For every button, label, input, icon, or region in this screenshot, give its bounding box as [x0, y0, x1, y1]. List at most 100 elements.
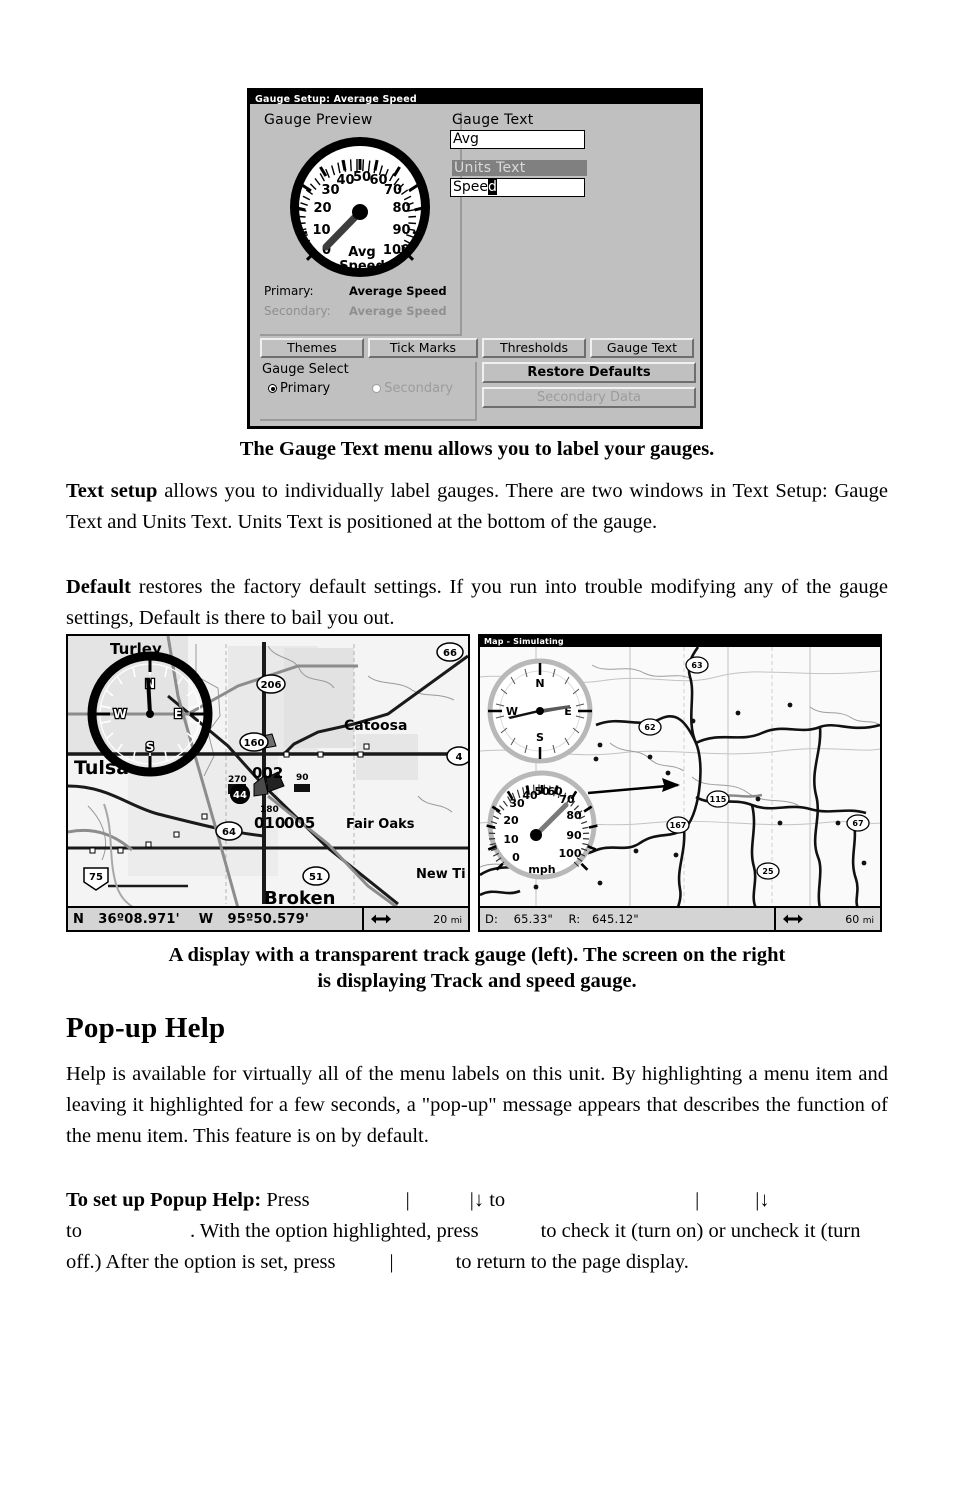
page-content: Gauge Setup: Average Speed Gauge Preview [66, 0, 888, 1487]
right-zoom-indicator: 60 mi [774, 908, 880, 930]
svg-text:64: 64 [222, 827, 236, 838]
svg-text:167: 167 [670, 821, 687, 830]
set-up-popup-s6: to return to the page display. [455, 1251, 689, 1273]
svg-text:50: 50 [353, 170, 371, 185]
svg-text:80: 80 [566, 809, 582, 822]
dialog-title-bar: Gauge Setup: Average Speed [250, 91, 700, 105]
secondary-row: Secondary: Average Speed [264, 304, 456, 324]
sep-bar-3: | [389, 1251, 394, 1273]
svg-text:Speed: Speed [339, 259, 385, 274]
svg-text:160: 160 [244, 738, 265, 749]
svg-text:62: 62 [644, 723, 655, 732]
text-setup-lead: Text setup [66, 480, 158, 502]
bearing-value: 645.12" [591, 912, 639, 926]
radio-secondary-label: Secondary [384, 381, 454, 396]
distance-value: 65.33" [513, 912, 553, 926]
paragraph-set-up-popup-help: To set up Popup Help: Press | |↓ to | |↓ to.… [66, 1185, 888, 1278]
gauge-text-input[interactable]: Avg [450, 130, 585, 149]
svg-text:270: 270 [228, 775, 247, 785]
secondary-value: Average Speed [349, 304, 447, 318]
svg-text:Catoosa: Catoosa [344, 718, 407, 734]
svg-text:002: 002 [252, 764, 283, 782]
gauge-preview-panel: Gauge Preview 0 10 20 30 40 50 60 70 80 … [260, 112, 462, 336]
right-map-screen: Map - Simulating N E S W 0 10 20 30 40 5… [478, 634, 882, 932]
svg-text:Fair Oaks: Fair Oaks [346, 817, 415, 832]
longitude-value: 95º50.579' [227, 911, 310, 927]
figure-1-caption: The Gauge Text menu allows you to label … [239, 438, 715, 460]
svg-text:S: S [146, 740, 155, 754]
svg-text:75: 75 [89, 872, 103, 883]
svg-text:90: 90 [296, 773, 309, 783]
latitude-value: 36º08.971' [98, 911, 180, 927]
figure-2-caption-line-2: is displaying Track and speed gauge. [317, 970, 637, 992]
units-text-input[interactable]: Speed [450, 178, 585, 197]
primary-label: Primary: [264, 284, 314, 298]
gauge-text-button[interactable]: Gauge Text [590, 338, 694, 358]
radio-selected-icon [268, 384, 277, 393]
default-lead: Default [66, 576, 131, 598]
paragraph-popup-help: Help is available for virtually all of t… [66, 1063, 888, 1147]
svg-text:25: 25 [762, 867, 774, 876]
gauge-select-radios: Primary Secondary [260, 381, 475, 396]
svg-text:10: 10 [503, 833, 519, 846]
right-distance-bearing: D: 65.33" R: 645.12" [480, 912, 774, 926]
svg-text:40: 40 [336, 173, 354, 188]
gauge-preview-label: Gauge Preview [264, 112, 373, 128]
svg-text:mph: mph [528, 863, 555, 876]
svg-text:E: E [174, 707, 182, 721]
lat-hemisphere: N [73, 911, 85, 927]
svg-text:Tulsa: Tulsa [74, 757, 129, 779]
svg-text:Broken: Broken [264, 888, 335, 908]
text-setup-body: allows you to individually label gauges.… [66, 480, 888, 533]
paragraph-text-setup: Text setup allows you to individually la… [66, 476, 888, 538]
text-fields-panel: Gauge Text Avg Units Text Speed [450, 112, 690, 197]
thresholds-button[interactable]: Thresholds [482, 338, 586, 358]
zoom-range-icon [782, 913, 804, 925]
gauge-source-rows: Primary: Average Speed Secondary: Averag… [264, 284, 456, 324]
text-cursor: d [488, 179, 497, 195]
set-up-popup-s1: Press [261, 1189, 310, 1211]
sep-bardown-1: |↓ [469, 1189, 485, 1211]
primary-row: Primary: Average Speed [264, 284, 456, 304]
left-zoom-value: 20 mi [433, 912, 462, 926]
bearing-label: R: [568, 912, 581, 926]
radio-secondary[interactable]: Secondary [372, 381, 453, 396]
svg-text:51: 51 [309, 872, 323, 883]
set-up-popup-lead: To set up Popup Help: [66, 1189, 262, 1211]
svg-text:63: 63 [691, 661, 702, 670]
svg-text:4: 4 [456, 752, 463, 763]
figure-2-caption-line-1: A display with a transparent track gauge… [168, 944, 786, 966]
gauge-text-value: Avg [453, 131, 479, 147]
radio-primary[interactable]: Primary [268, 381, 330, 396]
figure-map-screens: N E S W [66, 634, 888, 934]
svg-text:0: 0 [512, 851, 520, 864]
figure-2-caption: A display with a transparent track gauge… [66, 942, 888, 994]
dialog-title-text: Gauge Setup: Average Speed [255, 94, 417, 105]
svg-text:44: 44 [233, 790, 247, 801]
tick-marks-button[interactable]: Tick Marks [368, 338, 478, 358]
dialog-body: Gauge Preview 0 10 20 30 40 50 60 70 80 … [250, 108, 700, 426]
primary-value: Average Speed [349, 284, 447, 298]
left-map-area: N E S W [68, 636, 468, 908]
dialog-button-row: Themes Tick Marks Thresholds Gauge Text [260, 338, 696, 358]
svg-text:100: 100 [559, 847, 582, 860]
left-map-screen: N E S W [66, 634, 470, 932]
svg-text:S: S [536, 731, 544, 744]
svg-text:005: 005 [284, 814, 315, 832]
left-zoom-indicator: 20 mi [362, 908, 468, 930]
zoom-range-icon [370, 913, 392, 925]
gauge-text-label: Gauge Text [452, 112, 534, 128]
gauge-select-label: Gauge Select [262, 362, 349, 377]
secondary-data-button: Secondary Data [482, 387, 696, 408]
default-body: restores the factory default settings. I… [66, 576, 888, 629]
themes-button[interactable]: Themes [260, 338, 364, 358]
paragraph-default: Default restores the factory default set… [66, 572, 888, 634]
right-screen-title: Map - Simulating [480, 636, 880, 647]
right-zoom-value: 60 mi [845, 912, 874, 926]
svg-text:90: 90 [392, 223, 410, 238]
svg-text:206: 206 [261, 680, 282, 691]
restore-defaults-button[interactable]: Restore Defaults [482, 362, 696, 383]
dialog-side-buttons: Restore Defaults Secondary Data [482, 362, 696, 408]
svg-text:20: 20 [503, 814, 519, 827]
svg-text:100: 100 [383, 243, 410, 258]
